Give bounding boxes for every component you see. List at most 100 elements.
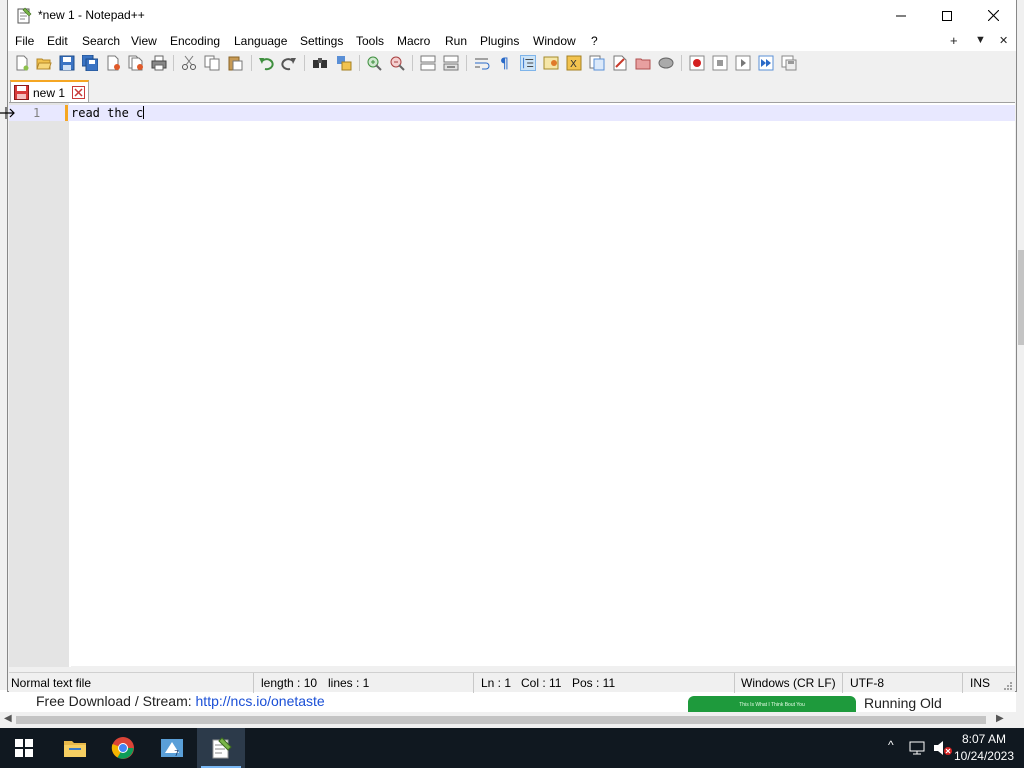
taskbar: 7 ^ 8:07 AM 10/24/2023 [0,728,1024,768]
menu-macro[interactable]: Macro [397,34,430,48]
close-file-icon[interactable] [105,55,121,71]
tab-list-dropdown-icon[interactable]: ▼ [975,34,986,46]
close-all-icon[interactable] [128,55,144,71]
menu-help[interactable]: ? [591,34,598,48]
run-macro-multiple-icon[interactable] [758,55,774,71]
save-all-icon[interactable] [82,55,98,71]
background-download-link[interactable]: http://ncs.io/onetaste [196,693,325,709]
scroll-right-arrow-icon[interactable]: ▶ [996,713,1004,724]
editor-area[interactable]: 1 read the c [9,102,1015,667]
open-file-icon[interactable] [36,55,52,71]
status-eol[interactable]: Windows (CR LF) [741,676,836,690]
sync-horizontal-scroll-icon[interactable] [443,55,459,71]
playback-macro-icon[interactable] [735,55,751,71]
word-wrap-icon[interactable] [474,55,490,71]
copy-icon[interactable] [204,55,220,71]
close-doc-icon[interactable]: ✕ [999,34,1008,47]
menu-plugins[interactable]: Plugins [480,34,519,48]
resize-cursor-icon [0,107,15,119]
folder-as-workspace-icon[interactable] [612,55,628,71]
unsaved-file-icon [14,85,29,100]
function-list-icon[interactable] [589,55,605,71]
menu-language[interactable]: Language [234,34,287,48]
maximize-button[interactable] [924,0,970,31]
horizontal-scroll-thumb[interactable] [16,716,986,724]
menu-search[interactable]: Search [82,34,120,48]
notepad-plus-plus-icon [212,737,232,759]
print-icon[interactable] [151,55,167,71]
background-download-label: Free Download / Stream: [36,693,196,709]
start-button[interactable] [0,728,48,768]
menu-bar: File Edit Search View Encoding Language … [8,31,1016,51]
monitoring-icon[interactable] [635,55,651,71]
title-bar[interactable]: *new 1 - Notepad++ [8,0,1016,31]
minimize-button[interactable] [878,0,924,31]
background-vertical-scrollbar[interactable] [1016,0,1024,712]
toolbar-separator [466,55,467,71]
paste-icon[interactable] [227,55,243,71]
status-separator [734,673,735,693]
menu-settings[interactable]: Settings [300,34,343,48]
redo-icon[interactable] [281,55,297,71]
document-map-icon[interactable]: X [566,55,582,71]
tab-close-icon[interactable] [72,86,85,99]
close-button[interactable] [970,0,1016,31]
status-line-number: Ln : 1 [481,676,512,690]
window-title: *new 1 - Notepad++ [38,8,145,22]
macro-settings-icon[interactable] [658,55,674,71]
toolbar-separator [304,55,305,71]
new-file-icon[interactable] [14,55,30,71]
menu-run[interactable]: Run [445,34,467,48]
stop-recording-icon[interactable] [712,55,728,71]
menu-view[interactable]: View [131,34,157,48]
taskbar-notepad-plus-plus[interactable] [197,728,245,768]
status-position: Pos : 11 [572,676,616,690]
taskbar-chrome[interactable] [99,728,147,768]
indent-guide-icon[interactable] [520,55,536,71]
show-all-characters-icon[interactable]: ¶ [497,55,513,71]
svg-text:7: 7 [174,749,179,758]
replace-icon[interactable] [336,55,352,71]
taskbar-file-explorer[interactable] [51,728,99,768]
show-hidden-icons-chevron-icon[interactable]: ^ [888,738,894,752]
record-macro-icon[interactable] [689,55,705,71]
resize-grip-icon[interactable] [1003,681,1013,691]
status-column: Col : 11 [521,676,562,690]
save-icon[interactable] [59,55,75,71]
volume-muted-icon[interactable] [933,740,953,756]
new-tab-plus-icon[interactable]: + [950,33,958,48]
text-caret [143,106,145,119]
cut-icon[interactable] [181,55,197,71]
taskbar-app-4[interactable]: 7 [148,728,196,768]
status-encoding[interactable]: UTF-8 [850,676,884,690]
menu-tools[interactable]: Tools [356,34,384,48]
tab-label: new 1 [33,86,66,100]
vertical-scroll-thumb[interactable] [1018,250,1024,345]
app-4-icon: 7 [161,739,183,758]
network-icon[interactable] [909,741,927,755]
zoom-out-icon[interactable] [389,55,405,71]
menu-file[interactable]: File [15,34,34,48]
status-separator [253,673,254,693]
background-running-text: Running Old [864,695,942,711]
undo-icon[interactable] [258,55,274,71]
minimize-icon [896,15,906,16]
system-clock[interactable]: 8:07 AM 10/24/2023 [954,731,1014,765]
toolbar-separator [251,55,252,71]
zoom-in-icon[interactable] [366,55,382,71]
menu-window[interactable]: Window [533,34,576,48]
define-language-icon[interactable] [543,55,559,71]
find-icon[interactable] [312,55,328,71]
scroll-left-arrow-icon[interactable]: ◀ [4,713,12,724]
notepad-window: *new 1 - Notepad++ File Edit Search View… [7,0,1017,693]
clock-time: 8:07 AM [961,732,1006,746]
background-horizontal-scrollbar[interactable]: ◀ ▶ [0,712,1024,728]
status-insert-mode[interactable]: INS [970,676,990,690]
line-number: 1 [33,106,41,120]
editor-line[interactable]: read the c [71,106,145,120]
save-macro-icon[interactable] [781,55,797,71]
tab-new-1[interactable]: new 1 [10,80,89,102]
sync-vertical-scroll-icon[interactable] [420,55,436,71]
menu-edit[interactable]: Edit [47,34,68,48]
menu-encoding[interactable]: Encoding [170,34,220,48]
